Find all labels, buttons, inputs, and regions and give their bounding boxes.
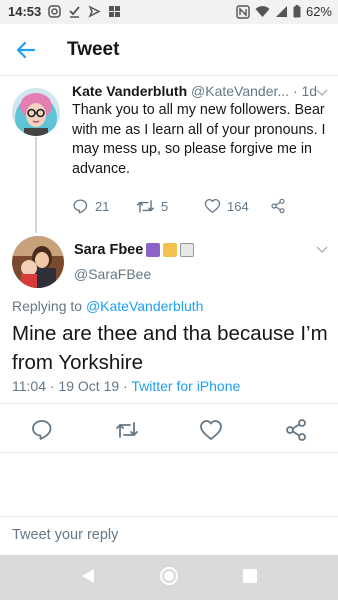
retweet-icon	[136, 200, 155, 213]
author-handle[interactable]: @KateVander...	[191, 83, 289, 99]
signal-icon	[275, 6, 287, 17]
share-action[interactable]	[270, 198, 286, 214]
tweet-source-link[interactable]: Twitter for iPhone	[131, 378, 240, 394]
author-name: Sara Fbee	[74, 242, 144, 258]
check-icon	[69, 6, 80, 18]
grid-icon	[109, 6, 120, 17]
tweet-text: Mine are thee and tha because I’m from Y…	[12, 322, 328, 374]
retweet-icon[interactable]	[115, 418, 139, 442]
replying-prefix: Replying to	[12, 298, 83, 314]
battery-percent: 62%	[305, 4, 332, 19]
like-action[interactable]: 164	[204, 198, 249, 214]
reply-input[interactable]: Tweet your reply	[12, 527, 118, 543]
arrow-left-icon[interactable]	[14, 38, 38, 62]
tweet-timestamp: 11:04 · 19 Oct 19 ·	[12, 378, 128, 394]
chevron-down-icon[interactable]	[316, 89, 328, 97]
retweet-count: 5	[161, 199, 169, 214]
avatar[interactable]	[12, 236, 64, 288]
app-bar: Tweet	[0, 24, 338, 76]
replying-to: Replying to @KateVanderbluth	[12, 298, 203, 314]
page-title: Tweet	[67, 39, 120, 60]
author-name[interactable]: Kate Vanderbluth	[72, 83, 187, 99]
nfc-icon	[236, 4, 250, 19]
author-handle[interactable]: @SaraFBee	[74, 266, 151, 282]
divider	[0, 452, 338, 453]
wifi-icon	[255, 6, 270, 17]
tweet-meta: 11:04 · 19 Oct 19 · Twitter for iPhone	[12, 378, 240, 394]
share-icon	[271, 198, 285, 214]
tweet-actions	[0, 418, 338, 442]
tweet-header: Kate Vanderbluth @KateVander... · 1d	[72, 83, 317, 99]
heart-icon	[204, 198, 221, 214]
retweet-action[interactable]: 5	[136, 198, 168, 215]
share-icon[interactable]	[284, 418, 308, 442]
notification-icons	[48, 5, 121, 18]
parent-tweet[interactable]: Kate Vanderbluth @KateVander... · 1d Tha…	[0, 78, 338, 228]
system-icons: 62%	[236, 4, 332, 19]
home-nav-icon[interactable]	[159, 566, 179, 586]
chevron-down-icon[interactable]	[316, 246, 328, 254]
author-name-row[interactable]: Sara Fbee	[74, 242, 195, 258]
battery-icon	[293, 5, 301, 18]
instagram-icon	[48, 5, 61, 18]
avatar[interactable]	[12, 88, 60, 136]
music-score-emoji	[180, 243, 195, 257]
back-nav-icon[interactable]	[80, 567, 96, 585]
reply-icon	[73, 199, 88, 214]
recents-nav-icon[interactable]	[243, 569, 257, 583]
tweet-actions: 21 5 164	[72, 198, 302, 218]
like-count: 164	[227, 198, 249, 214]
reply-composer[interactable]: Tweet your reply	[0, 516, 338, 554]
status-bar: 14:53 62%	[0, 0, 338, 24]
reply-action[interactable]: 21	[72, 198, 109, 215]
heart-icon[interactable]	[199, 418, 223, 442]
reply-count: 21	[95, 199, 110, 214]
divider	[0, 403, 338, 404]
person-emoji	[163, 243, 178, 257]
tweet-text: Thank you to all my new followers. Bear …	[72, 102, 326, 177]
status-time: 14:53	[8, 4, 42, 19]
send-icon	[88, 5, 101, 18]
replying-to-link[interactable]: @KateVanderbluth	[86, 298, 203, 314]
tweet-age: · 1d	[292, 83, 318, 99]
reply-icon[interactable]	[30, 418, 54, 442]
star-of-david-emoji	[146, 243, 161, 257]
system-nav-bar	[0, 555, 338, 600]
